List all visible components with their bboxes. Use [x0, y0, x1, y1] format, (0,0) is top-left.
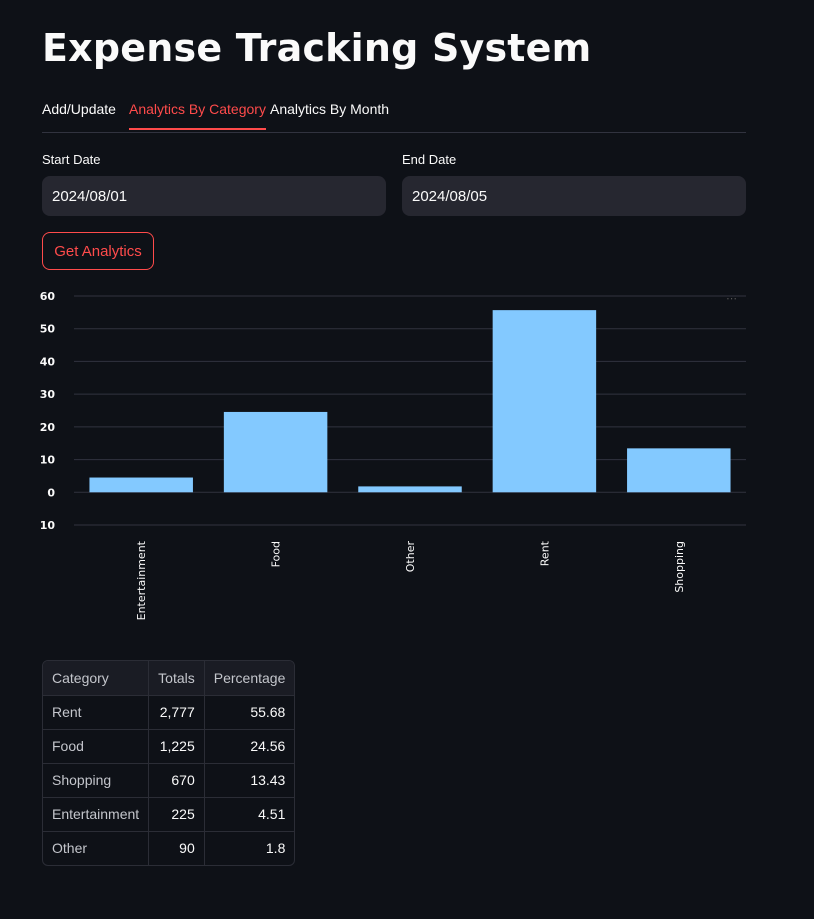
x-tick-label: Other [404, 541, 417, 573]
bar-rent[interactable] [492, 310, 597, 493]
cell-category[interactable]: Rent [43, 695, 150, 730]
y-tick-label: 40 [40, 355, 56, 368]
x-tick-label: Food [270, 541, 283, 567]
cell-totals[interactable]: 90 [148, 831, 205, 865]
y-tick-label: 20 [40, 421, 56, 434]
column-header-percentage[interactable]: Percentage [204, 661, 295, 696]
cell-totals[interactable]: 225 [148, 797, 205, 832]
cell-totals[interactable]: 670 [148, 763, 205, 798]
start-date-input[interactable]: 2024/08/01 [42, 176, 386, 216]
cell-totals[interactable]: 1,225 [148, 729, 205, 764]
get-analytics-button[interactable]: Get Analytics [42, 232, 154, 270]
table-row: Rent 2,777 55.68 [43, 695, 295, 730]
tab-analytics-by-category[interactable]: Analytics By Category [129, 101, 266, 130]
start-date-label: Start Date [42, 152, 101, 167]
cell-percentage[interactable]: 13.43 [204, 763, 295, 798]
cell-totals[interactable]: 2,777 [148, 695, 205, 730]
column-header-category[interactable]: Category [43, 661, 150, 696]
x-tick-label: Rent [538, 540, 551, 566]
table-row: Shopping 670 13.43 [43, 763, 295, 798]
tab-add-update[interactable]: Add/Update [42, 101, 116, 128]
column-header-totals[interactable]: Totals [148, 661, 205, 696]
y-tick-label: 10 [40, 519, 56, 532]
cell-category[interactable]: Other [43, 831, 150, 865]
end-date-input[interactable]: 2024/08/05 [402, 176, 746, 216]
x-tick-label: Shopping [673, 541, 686, 593]
y-tick-label: 10 [40, 454, 56, 467]
y-tick-label: 0 [47, 486, 55, 499]
y-tick-label: 60 [40, 290, 56, 303]
table-row: Other 90 1.8 [43, 831, 294, 865]
cell-percentage[interactable]: 4.51 [204, 797, 295, 832]
cell-category[interactable]: Shopping [43, 763, 150, 798]
cell-percentage[interactable]: 1.8 [204, 831, 294, 865]
cell-percentage[interactable]: 55.68 [204, 695, 295, 730]
y-tick-label: 30 [40, 388, 56, 401]
y-tick-label: 50 [40, 323, 56, 336]
end-date-label: End Date [402, 152, 457, 167]
category-table: Category Totals Percentage Rent 2,777 55… [42, 660, 296, 866]
tab-analytics-by-month[interactable]: Analytics By Month [270, 101, 389, 128]
cell-category[interactable]: Food [43, 729, 150, 764]
page-title: Expense Tracking System [42, 26, 592, 70]
bar-other[interactable] [358, 486, 462, 493]
bar-entertainment[interactable] [89, 477, 193, 493]
tab-bar: Add/Update Analytics By Category Analyti… [42, 92, 746, 133]
bar-shopping[interactable] [627, 448, 731, 493]
x-tick-label: Entertainment [135, 540, 148, 620]
cell-percentage[interactable]: 24.56 [204, 729, 295, 764]
category-bar-chart: 60 50 40 30 20 10 0 10 Entertainment Food Other Ren… [40, 290, 746, 620]
table-header-row: Category Totals Percentage [43, 661, 295, 696]
bar-food[interactable] [223, 411, 328, 493]
cell-category[interactable]: Entertainment [43, 797, 150, 832]
table-row: Food 1,225 24.56 [43, 729, 295, 764]
table-row: Entertainment 225 4.51 [43, 797, 295, 832]
